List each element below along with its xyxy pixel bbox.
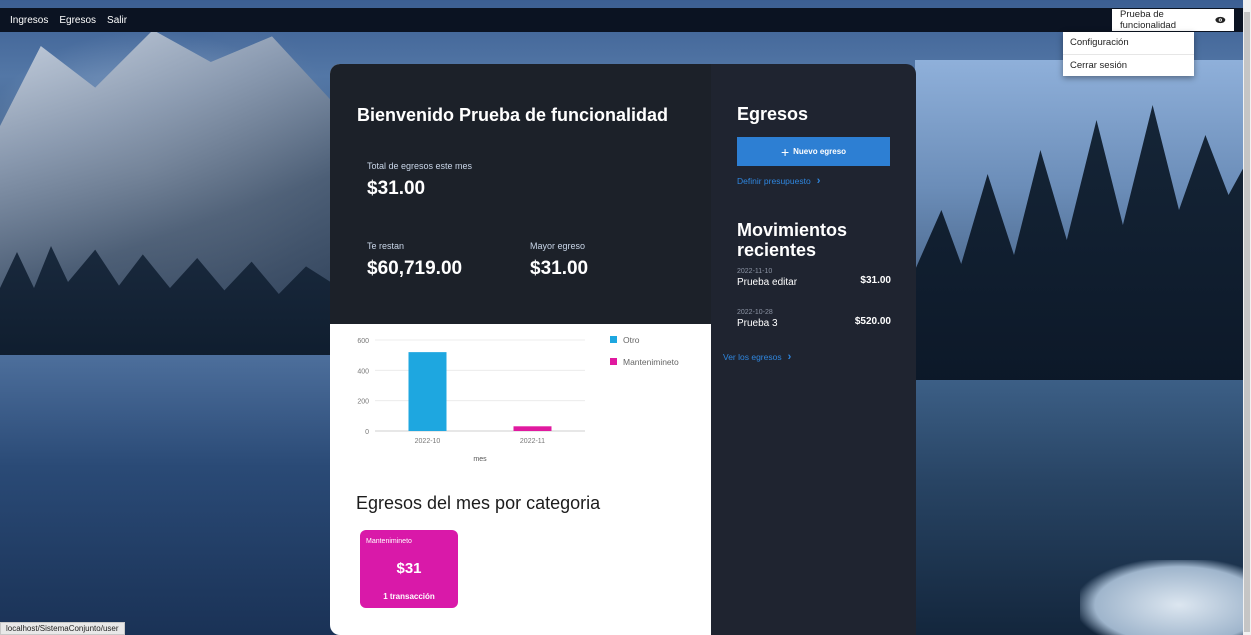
category-name: Mantenimineto bbox=[366, 538, 412, 545]
view-expenses-link[interactable]: Ver los egresos › bbox=[723, 351, 791, 363]
category-amount: $31 bbox=[396, 560, 422, 577]
y-tick-label: 400 bbox=[357, 368, 369, 375]
max-label: Mayor egreso bbox=[530, 241, 586, 251]
user-name: Prueba de funcionalidad bbox=[1120, 9, 1176, 31]
plus-icon: + bbox=[780, 143, 790, 160]
background-lake-left bbox=[0, 355, 340, 635]
welcome-title: Bienvenido Prueba de funcionalidad bbox=[357, 105, 669, 125]
legend-label: Mantenimineto bbox=[623, 357, 679, 367]
expenses-chart-svg: 0 200 400 600 2022-10 2022-11 mes Otro Mantenimi… bbox=[357, 335, 679, 463]
summary-column: Bienvenido Prueba de funcionalidad Total… bbox=[330, 64, 711, 635]
egresos-heading: Egresos bbox=[737, 104, 809, 124]
user-menu-button[interactable]: Prueba de funcionalidad bbox=[1112, 9, 1234, 31]
y-tick-label: 0 bbox=[365, 429, 369, 436]
scrollbar-thumb[interactable] bbox=[1244, 12, 1250, 632]
total-value: $31.00 bbox=[367, 178, 426, 199]
define-budget-label: Definir presupuesto bbox=[737, 176, 811, 186]
nav-ingresos[interactable]: Ingresos bbox=[10, 15, 48, 26]
top-navbar: Ingresos Egresos Salir Prueba de funcion… bbox=[0, 8, 1243, 32]
nav-salir[interactable]: Salir bbox=[107, 15, 127, 26]
status-bar-url: localhost/SistemaConjunto/user bbox=[0, 622, 125, 635]
menu-item-cerrar-sesion[interactable]: Cerrar sesión bbox=[1063, 54, 1194, 76]
expenses-chart: 0 200 400 600 2022-10 2022-11 mes Otro Mantenimi… bbox=[330, 330, 711, 480]
legend-label: Otro bbox=[623, 335, 640, 345]
chevron-right-icon: › bbox=[787, 351, 792, 363]
summary-panel: Bienvenido Prueba de funcionalidad Total… bbox=[330, 64, 711, 324]
y-tick-label: 600 bbox=[357, 338, 369, 345]
y-tick-label: 200 bbox=[357, 399, 369, 406]
nav-egresos[interactable]: Egresos bbox=[59, 15, 96, 26]
new-expense-label: Nuevo egreso bbox=[793, 147, 847, 156]
recent-movements-heading: Movimientos recientes bbox=[737, 220, 848, 260]
x-tick-label: 2022-10 bbox=[415, 438, 441, 445]
legend-swatch bbox=[610, 358, 617, 365]
max-value: $31.00 bbox=[530, 258, 589, 279]
x-tick-label: 2022-11 bbox=[520, 438, 545, 445]
legend-swatch bbox=[610, 336, 617, 343]
total-label: Total de egresos este mes bbox=[367, 161, 473, 171]
recent-item-date: 2022-10-28 bbox=[737, 309, 773, 316]
recent-item[interactable]: 2022-10-28 Prueba 3 $520.00 bbox=[737, 309, 891, 329]
recent-item-date: 2022-11-10 bbox=[737, 268, 773, 275]
new-expense-button[interactable]: + Nuevo egreso bbox=[737, 137, 890, 166]
chart-bar bbox=[513, 426, 552, 431]
remaining-label: Te restan bbox=[367, 241, 405, 251]
remaining-value: $60,719.00 bbox=[367, 258, 463, 279]
view-expenses-label: Ver los egresos bbox=[723, 352, 782, 362]
menu-item-configuracion[interactable]: Configuración bbox=[1063, 32, 1194, 54]
recent-item-amount: $31.00 bbox=[860, 275, 891, 286]
chevron-right-icon: › bbox=[816, 175, 821, 187]
x-axis-label: mes bbox=[473, 456, 487, 463]
chart-bar bbox=[408, 352, 447, 431]
user-dropdown-menu: Configuración Cerrar sesión bbox=[1063, 32, 1194, 76]
category-card[interactable]: Mantenimineto $31 1 transacción bbox=[360, 530, 458, 608]
egresos-column: Egresos + Nuevo egreso Definir presupues… bbox=[711, 64, 916, 635]
page-scrollbar[interactable] bbox=[1243, 0, 1251, 635]
recent-item-amount: $520.00 bbox=[854, 316, 891, 327]
recent-item[interactable]: 2022-11-10 Prueba editar $31.00 bbox=[737, 268, 891, 288]
dashboard-card: Bienvenido Prueba de funcionalidad Total… bbox=[330, 64, 916, 635]
background-snow bbox=[1080, 560, 1245, 635]
category-count: 1 transacción bbox=[383, 592, 435, 601]
eye-icon bbox=[1215, 16, 1226, 24]
category-heading: Egresos del mes por categoria bbox=[356, 493, 601, 513]
define-budget-link[interactable]: Definir presupuesto › bbox=[737, 175, 820, 187]
